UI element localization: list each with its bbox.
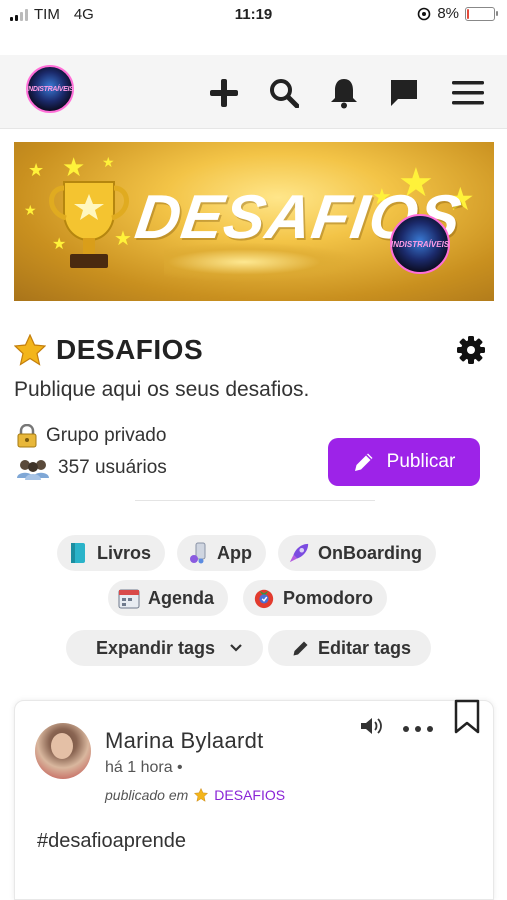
battery-fill: [467, 8, 470, 19]
posted-in-group-link[interactable]: DESAFIOS: [214, 787, 285, 803]
status-right: 8%: [417, 5, 498, 22]
tag-label: OnBoarding: [318, 542, 422, 563]
edit-tags-button[interactable]: Editar tags: [268, 630, 432, 666]
members-label: 357 usuários: [58, 457, 167, 478]
group-title-row: DESAFIOS: [14, 330, 494, 370]
group-banner: ★ ★ ★ ★ ★ ★ ★ ★ ★ DESAFIOS INDISTRAÍVEIS: [14, 142, 494, 301]
avatar[interactable]: [35, 723, 91, 779]
tag-label: Pomodoro: [283, 587, 373, 608]
posted-in: publicado em DESAFIOS: [105, 787, 285, 803]
gear-icon[interactable]: [456, 335, 486, 365]
book-icon: [67, 542, 89, 564]
tag-label: Agenda: [148, 587, 215, 608]
post-card[interactable]: Marina Bylaardt há 1 hora • publicado em…: [14, 699, 494, 900]
divider: [135, 500, 375, 501]
group-title: DESAFIOS: [56, 334, 204, 365]
tag-app[interactable]: App: [177, 535, 266, 571]
battery-icon: [465, 6, 498, 21]
status-bar: TIM 4G 11:19 8%: [0, 0, 507, 32]
chat-icon[interactable]: [387, 77, 421, 109]
location-icon: [418, 7, 431, 20]
tag-pomodoro[interactable]: Pomodoro: [243, 580, 387, 616]
expand-tags-button[interactable]: Expandir tags: [66, 630, 264, 666]
star-icon: ★: [24, 202, 37, 218]
publish-label: Publicar: [386, 451, 456, 472]
star-icon: ★: [102, 154, 115, 170]
tomato-icon: [253, 587, 275, 609]
plus-icon[interactable]: [207, 77, 241, 109]
post-author[interactable]: Marina Bylaardt: [105, 728, 264, 754]
expand-tags-label: Expandir tags: [96, 637, 216, 658]
search-icon[interactable]: [267, 77, 301, 109]
star-icon: ★: [28, 160, 45, 180]
banner-logo: INDISTRAÍVEIS: [390, 214, 450, 274]
pencil-icon: [354, 453, 373, 471]
tag-label: Livros: [97, 542, 152, 563]
star-icon: [194, 788, 209, 802]
privacy-label: Grupo privado: [46, 425, 167, 446]
lock-icon: [17, 424, 37, 448]
menu-icon[interactable]: [451, 77, 485, 109]
members-row[interactable]: 357 usuários: [16, 456, 167, 480]
calendar-icon: [118, 587, 140, 609]
privacy-row: Grupo privado: [16, 424, 166, 448]
group-description: Publique aqui os seus desafios.: [14, 378, 310, 401]
speaker-icon[interactable]: [359, 715, 385, 737]
tag-onboarding[interactable]: OnBoarding: [278, 535, 436, 571]
posted-in-prefix: publicado em: [105, 787, 189, 803]
edit-tags-label: Editar tags: [318, 637, 412, 658]
app-icon: [187, 542, 209, 564]
star-icon: ★: [62, 152, 86, 182]
tag-livros[interactable]: Livros: [57, 535, 166, 571]
users-icon: [17, 460, 49, 480]
app-logo[interactable]: INDISTRAÍVEIS: [26, 65, 74, 113]
battery-percent: 8%: [437, 5, 459, 22]
pencil-icon: [293, 641, 308, 656]
logo-text: INDISTRAÍVEIS: [26, 85, 74, 93]
publish-button[interactable]: Publicar: [328, 438, 480, 486]
star-icon: [14, 334, 46, 366]
more-options-icon[interactable]: [401, 717, 435, 737]
post-body: #desafioaprende: [37, 830, 187, 852]
tag-label: App: [217, 542, 252, 563]
post-time: há 1 hora •: [105, 759, 183, 776]
app-header: INDISTRAÍVEIS: [0, 55, 507, 129]
banner-logo-text: INDISTRAÍVEIS: [390, 239, 450, 249]
bell-icon[interactable]: [327, 77, 361, 109]
tag-agenda[interactable]: Agenda: [108, 580, 229, 616]
rocket-icon: [288, 542, 310, 564]
chevron-down-icon: [230, 644, 242, 652]
star-icon: ★: [52, 236, 67, 253]
bookmark-icon[interactable]: [453, 699, 481, 735]
star-icon: ★: [114, 228, 132, 250]
